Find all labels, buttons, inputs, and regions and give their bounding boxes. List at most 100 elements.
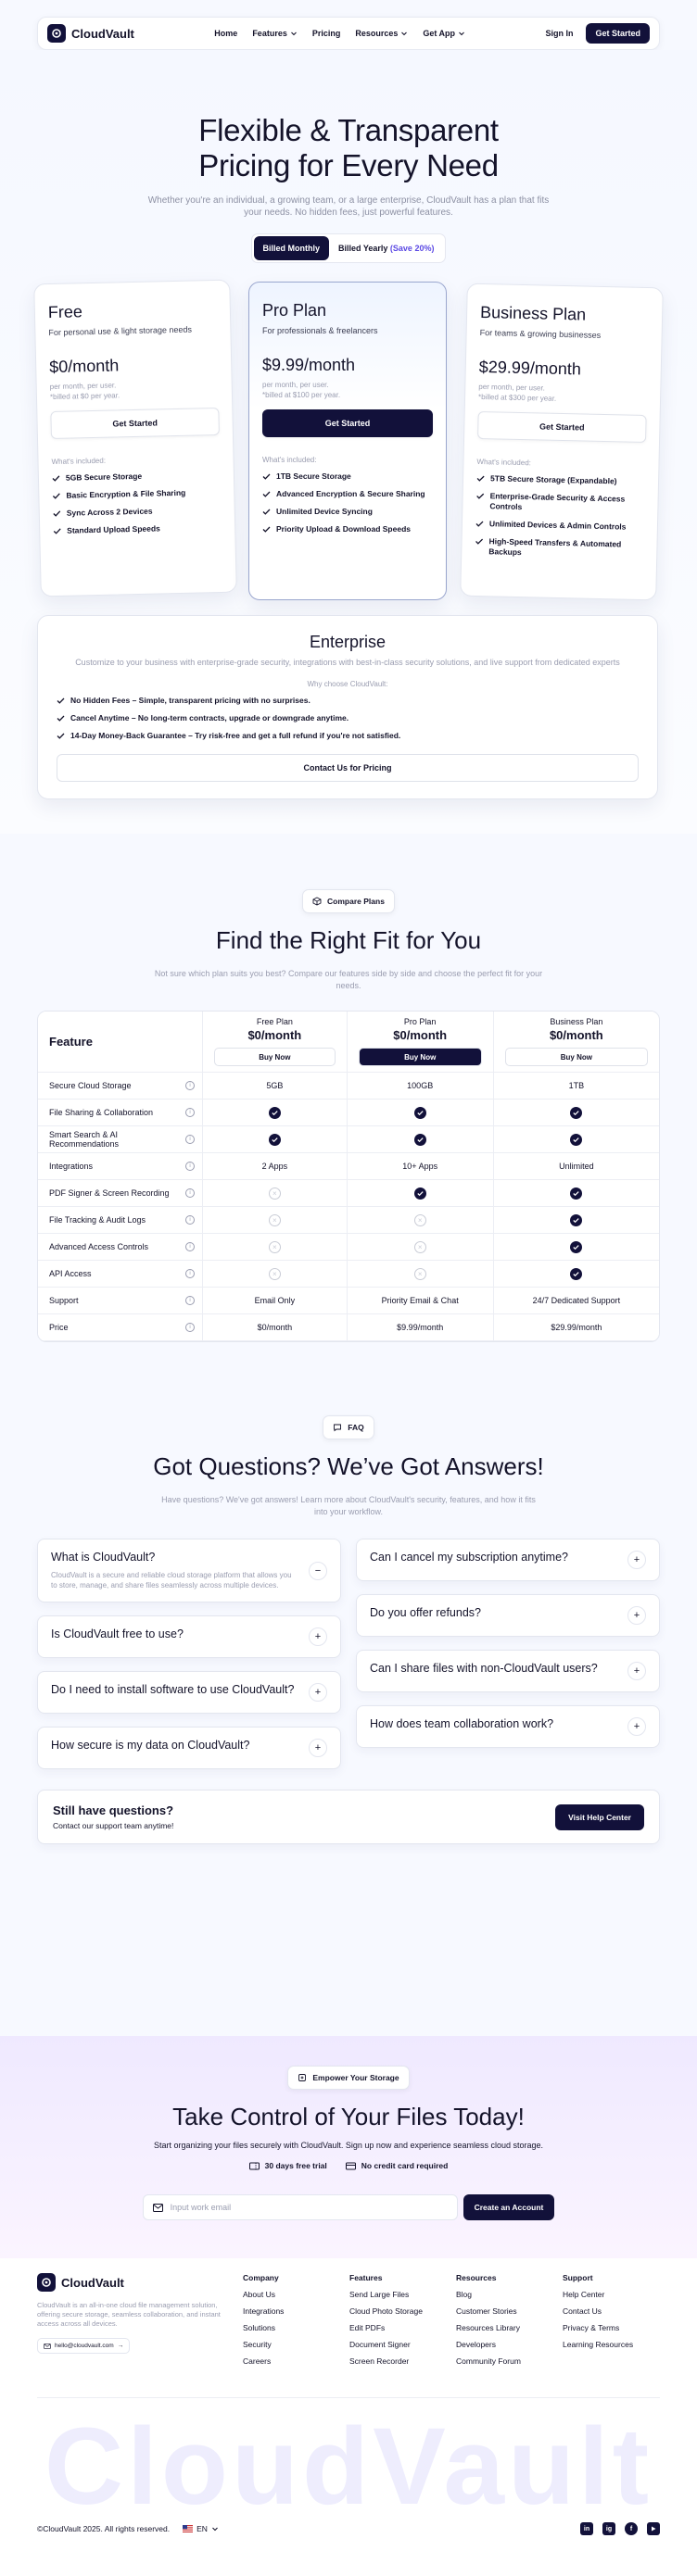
info-icon[interactable]: i bbox=[185, 1162, 195, 1171]
info-icon[interactable]: i bbox=[185, 1323, 195, 1332]
footer-link[interactable]: Solutions bbox=[243, 2323, 349, 2332]
plus-icon[interactable]: + bbox=[309, 1739, 327, 1757]
plus-icon[interactable]: + bbox=[309, 1627, 327, 1646]
faq-item[interactable]: Do I need to install software to use Clo… bbox=[37, 1671, 341, 1714]
plan-name: Business Plan bbox=[479, 302, 587, 324]
linkedin-icon[interactable]: in bbox=[580, 2522, 593, 2535]
feature-name: Price bbox=[49, 1323, 69, 1332]
brand-logo[interactable]: CloudVault bbox=[47, 24, 134, 43]
facebook-icon[interactable]: f bbox=[625, 2522, 638, 2535]
faq-item[interactable]: Can I share files with non-CloudVault us… bbox=[356, 1650, 660, 1692]
feature-cell: Secure Cloud Storage i bbox=[38, 1072, 203, 1100]
faq-question: How does team collaboration work? bbox=[370, 1717, 554, 1730]
footer-column-heading: Features bbox=[349, 2273, 383, 2282]
cell-value: $9.99/month bbox=[397, 1323, 444, 1332]
buy-now-button[interactable]: Buy Now bbox=[504, 1048, 648, 1066]
footer-brand-name: CloudVault bbox=[61, 2275, 124, 2290]
plan-card-free: Free For personal use & light storage ne… bbox=[33, 279, 237, 597]
billing-yearly-option[interactable]: Billed Yearly (Save 20%) bbox=[329, 236, 443, 260]
info-icon[interactable]: i bbox=[185, 1296, 195, 1305]
footer-link[interactable]: Send Large Files bbox=[349, 2290, 456, 2299]
info-icon[interactable]: i bbox=[185, 1188, 195, 1198]
info-icon[interactable]: i bbox=[185, 1242, 195, 1251]
footer-link[interactable]: Community Forum bbox=[456, 2356, 563, 2366]
footer-email-link[interactable]: hello@cloudvault.com → bbox=[37, 2338, 131, 2354]
info-icon[interactable]: i bbox=[185, 1108, 195, 1117]
footer-link[interactable]: Learning Resources bbox=[563, 2340, 646, 2349]
cell-value: 1TB bbox=[568, 1081, 585, 1090]
faq-item[interactable]: Can I cancel my subscription anytime? + bbox=[356, 1539, 660, 1581]
nav-home[interactable]: Home bbox=[214, 29, 237, 38]
create-account-button[interactable]: Create an Account bbox=[463, 2194, 555, 2220]
nav-features[interactable]: Features bbox=[252, 29, 298, 38]
plan-price: $9.99/month bbox=[262, 356, 356, 374]
footer-logo[interactable]: CloudVault bbox=[37, 2273, 222, 2292]
billing-monthly-option[interactable]: Billed Monthly bbox=[253, 236, 330, 260]
buy-now-button[interactable]: Buy Now bbox=[214, 1048, 336, 1066]
storage-icon bbox=[298, 2074, 307, 2081]
info-icon[interactable]: i bbox=[185, 1215, 195, 1225]
footer-link[interactable]: Developers bbox=[456, 2340, 563, 2349]
value-cell: 5GB bbox=[202, 1072, 348, 1100]
faq-item[interactable]: Do you offer refunds? + bbox=[356, 1594, 660, 1637]
info-icon[interactable]: i bbox=[185, 1135, 195, 1144]
footer-link[interactable]: Document Signer bbox=[349, 2340, 456, 2349]
check-circle-icon bbox=[413, 1106, 426, 1119]
language-selector[interactable]: EN bbox=[183, 2524, 219, 2533]
check-icon bbox=[262, 473, 271, 480]
value-cell: × bbox=[346, 1233, 494, 1261]
work-email-input[interactable]: Input work email bbox=[142, 2194, 458, 2220]
plus-icon[interactable]: + bbox=[627, 1606, 646, 1625]
plan-get-started-button[interactable]: Get Started bbox=[477, 410, 647, 444]
nav-home-label: Home bbox=[214, 29, 238, 38]
nav-resources[interactable]: Resources bbox=[355, 29, 408, 38]
faq-item[interactable]: How secure is my data on CloudVault? + bbox=[37, 1727, 341, 1769]
faq-item[interactable]: Is CloudVault free to use? + bbox=[37, 1615, 341, 1658]
feature-cell: File Tracking & Audit Logs i bbox=[38, 1206, 203, 1234]
footer-link[interactable]: Customer Stories bbox=[456, 2306, 563, 2316]
footer-link[interactable]: Blog bbox=[456, 2290, 563, 2299]
plus-icon[interactable]: + bbox=[627, 1551, 646, 1569]
nav-pricing[interactable]: Pricing bbox=[312, 29, 341, 38]
value-cell bbox=[202, 1125, 348, 1153]
check-icon bbox=[476, 475, 485, 482]
check-icon bbox=[53, 528, 61, 534]
youtube-icon[interactable] bbox=[647, 2522, 660, 2535]
footer-link[interactable]: Privacy & Terms bbox=[563, 2323, 646, 2332]
sign-in-link[interactable]: Sign In bbox=[545, 29, 573, 38]
instagram-icon[interactable]: ig bbox=[602, 2522, 615, 2535]
footer-link[interactable]: Security bbox=[243, 2340, 349, 2349]
plan-feature-label: Basic Encryption & File Sharing bbox=[66, 487, 186, 500]
feature-cell: File Sharing & Collaboration i bbox=[38, 1099, 203, 1126]
plan-get-started-button[interactable]: Get Started bbox=[50, 407, 220, 440]
plus-icon[interactable]: + bbox=[627, 1662, 646, 1680]
feature-header: Feature bbox=[38, 1012, 203, 1073]
faq-title: Got Questions? We’ve Got Answers! bbox=[153, 1452, 544, 1480]
plus-icon[interactable]: + bbox=[309, 1683, 327, 1702]
value-cell: 2 Apps bbox=[202, 1152, 348, 1180]
faq-item[interactable]: What is CloudVault? CloudVault is a secur… bbox=[37, 1539, 341, 1602]
get-started-button[interactable]: Get Started bbox=[586, 23, 650, 44]
footer-link[interactable]: Careers bbox=[243, 2356, 349, 2366]
footer-link[interactable]: Contact Us bbox=[563, 2306, 646, 2316]
visit-help-center-button[interactable]: Visit Help Center bbox=[555, 1803, 644, 1830]
info-icon[interactable]: i bbox=[185, 1081, 195, 1090]
buy-now-button[interactable]: Buy Now bbox=[358, 1048, 482, 1066]
check-circle-icon bbox=[268, 1133, 281, 1146]
footer-link[interactable]: Screen Recorder bbox=[349, 2356, 456, 2366]
faq-item[interactable]: How does team collaboration work? + bbox=[356, 1705, 660, 1748]
footer-link[interactable]: About Us bbox=[243, 2290, 349, 2299]
footer-link[interactable]: Resources Library bbox=[456, 2323, 563, 2332]
plan-get-started-button[interactable]: Get Started bbox=[262, 409, 433, 437]
contact-pricing-button[interactable]: Contact Us for Pricing bbox=[57, 754, 639, 782]
footer-link[interactable]: Cloud Photo Storage bbox=[349, 2306, 456, 2316]
nav-get-app[interactable]: Get App bbox=[423, 29, 465, 38]
footer-link[interactable]: Edit PDFs bbox=[349, 2323, 456, 2332]
minus-icon[interactable]: − bbox=[309, 1561, 327, 1580]
info-icon[interactable]: i bbox=[185, 1269, 195, 1278]
footer-link[interactable]: Help Center bbox=[563, 2290, 646, 2299]
value-cell: $29.99/month bbox=[492, 1313, 659, 1341]
footer-link[interactable]: Integrations bbox=[243, 2306, 349, 2316]
chat-icon bbox=[334, 1424, 342, 1432]
plus-icon[interactable]: + bbox=[627, 1717, 646, 1736]
